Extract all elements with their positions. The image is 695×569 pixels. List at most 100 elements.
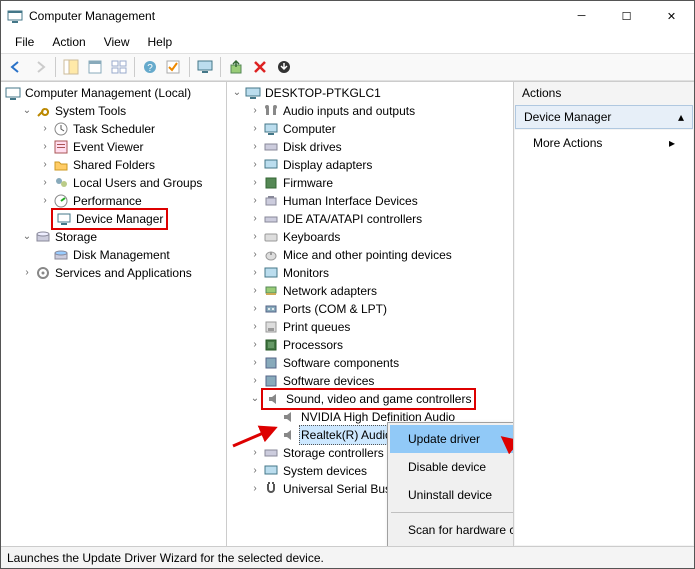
client-area: Computer Management (Local) ⌄ System Too… [1, 81, 694, 546]
submenu-arrow-icon: ▸ [669, 136, 675, 150]
collapse-icon[interactable]: ⌄ [249, 390, 261, 408]
tree-storage[interactable]: ⌄ Storage [21, 228, 224, 246]
expand-icon[interactable]: › [39, 192, 51, 210]
expand-icon[interactable]: › [249, 228, 261, 246]
tree-system-tools[interactable]: ⌄ System Tools [21, 102, 224, 120]
actions-section-device-manager[interactable]: Device Manager ▴ [515, 105, 693, 129]
folder-icon [53, 157, 69, 173]
device-category[interactable]: ›Software components [249, 354, 511, 372]
event-icon [53, 139, 69, 155]
device-category[interactable]: ›Keyboards [249, 228, 511, 246]
services-icon [35, 265, 51, 281]
ctx-update-driver[interactable]: Update driver [390, 425, 514, 453]
tree-task-scheduler[interactable]: ›Task Scheduler [39, 120, 224, 138]
device-category-icon [263, 193, 279, 209]
collapse-icon[interactable]: ⌄ [21, 102, 33, 120]
expand-icon[interactable]: › [249, 318, 261, 336]
expand-icon[interactable]: › [249, 174, 261, 192]
tree-device-manager[interactable]: Device Manager [39, 210, 224, 228]
tree-event-viewer[interactable]: ›Event Viewer [39, 138, 224, 156]
expand-icon[interactable]: › [249, 192, 261, 210]
update-driver-icon[interactable] [225, 56, 247, 78]
device-category-icon [263, 319, 279, 335]
monitor-icon[interactable] [194, 56, 216, 78]
device-category[interactable]: ›Computer [249, 120, 511, 138]
expand-icon[interactable]: › [249, 264, 261, 282]
ctx-uninstall-device[interactable]: Uninstall device [390, 481, 514, 509]
device-category[interactable]: ›Print queues [249, 318, 511, 336]
checklist-icon[interactable] [163, 56, 185, 78]
expand-icon[interactable]: › [39, 120, 51, 138]
device-root[interactable]: ⌄ DESKTOP-PTKGLC1 [231, 84, 511, 102]
expand-icon[interactable]: › [249, 138, 261, 156]
tree-disk-management[interactable]: Disk Management [39, 246, 224, 264]
performance-icon [53, 193, 69, 209]
expand-icon[interactable]: › [39, 138, 51, 156]
expand-icon[interactable]: › [39, 156, 51, 174]
tree-root-computer-management[interactable]: Computer Management (Local) [3, 84, 224, 102]
device-category-icon [266, 391, 282, 407]
expand-icon[interactable]: › [249, 336, 261, 354]
expand-icon[interactable]: › [21, 264, 33, 282]
actions-more-actions[interactable]: More Actions ▸ [515, 130, 693, 156]
console-tree-pane: Computer Management (Local) ⌄ System Too… [1, 82, 227, 546]
device-category[interactable]: ›Audio inputs and outputs [249, 102, 511, 120]
menu-help[interactable]: Help [140, 33, 181, 51]
tree-shared-folders[interactable]: ›Shared Folders [39, 156, 224, 174]
expand-icon[interactable]: › [249, 156, 261, 174]
expand-icon[interactable]: › [249, 102, 261, 120]
maximize-button[interactable]: ☐ [604, 1, 649, 31]
device-category-sound[interactable]: ⌄Sound, video and game controllers [249, 390, 511, 408]
expand-icon[interactable]: › [249, 462, 261, 480]
tree-services-apps[interactable]: › Services and Applications [21, 264, 224, 282]
device-category-icon [263, 211, 279, 227]
collapse-icon[interactable]: ⌄ [231, 84, 243, 102]
expand-icon[interactable]: › [249, 210, 261, 228]
properties-icon[interactable] [84, 56, 106, 78]
view-icon[interactable] [108, 56, 130, 78]
device-category[interactable]: ›Firmware [249, 174, 511, 192]
device-category[interactable]: ›Human Interface Devices [249, 192, 511, 210]
device-category[interactable]: ›Mice and other pointing devices [249, 246, 511, 264]
help-icon[interactable]: ? [139, 56, 161, 78]
device-category[interactable]: ›Processors [249, 336, 511, 354]
menubar: File Action View Help [1, 31, 694, 53]
device-category[interactable]: ›IDE ATA/ATAPI controllers [249, 210, 511, 228]
uninstall-device-icon[interactable] [273, 56, 295, 78]
expand-icon[interactable]: › [249, 354, 261, 372]
device-category-icon [263, 139, 279, 155]
device-category-icon [263, 265, 279, 281]
menu-file[interactable]: File [7, 33, 42, 51]
disable-device-icon[interactable] [249, 56, 271, 78]
actions-header: Actions [514, 82, 694, 104]
expand-icon[interactable]: › [249, 444, 261, 462]
close-button[interactable]: ✕ [649, 1, 694, 31]
show-hide-tree-button[interactable] [60, 56, 82, 78]
expand-icon[interactable]: › [249, 282, 261, 300]
expand-icon[interactable]: › [249, 246, 261, 264]
expand-icon[interactable]: › [249, 480, 261, 498]
computer-icon [245, 85, 261, 101]
device-category[interactable]: ›Display adapters [249, 156, 511, 174]
device-category-icon [281, 409, 297, 425]
forward-button[interactable] [29, 56, 51, 78]
device-category-icon [263, 445, 279, 461]
expand-icon[interactable]: › [249, 372, 261, 390]
device-manager-icon [56, 211, 72, 227]
expand-icon[interactable]: › [39, 174, 51, 192]
device-category[interactable]: ›Ports (COM & LPT) [249, 300, 511, 318]
device-category[interactable]: ›Monitors [249, 264, 511, 282]
menu-view[interactable]: View [96, 33, 138, 51]
expand-icon[interactable]: › [249, 120, 261, 138]
expand-icon[interactable]: › [249, 300, 261, 318]
tree-local-users[interactable]: ›Local Users and Groups [39, 174, 224, 192]
ctx-disable-device[interactable]: Disable device [390, 453, 514, 481]
users-icon [53, 175, 69, 191]
ctx-scan-hardware[interactable]: Scan for hardware changes [390, 516, 514, 544]
collapse-icon[interactable]: ⌄ [21, 228, 33, 246]
minimize-button[interactable]: ─ [559, 1, 604, 31]
device-category[interactable]: ›Disk drives [249, 138, 511, 156]
menu-action[interactable]: Action [44, 33, 93, 51]
device-category[interactable]: ›Network adapters [249, 282, 511, 300]
back-button[interactable] [5, 56, 27, 78]
